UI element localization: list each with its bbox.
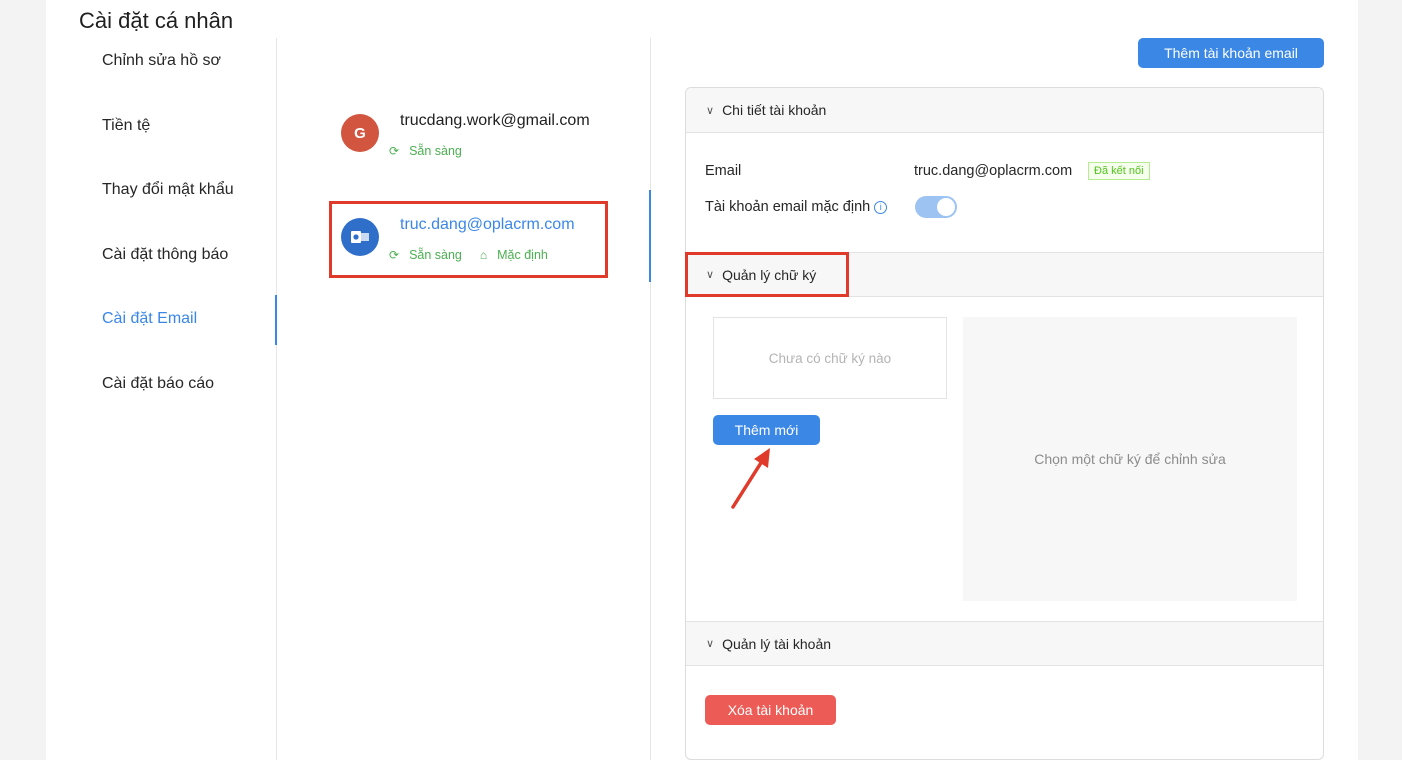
email-account-list: G trucdang.work@gmail.com ⟳ Sẵn sàng tru… xyxy=(277,38,651,760)
account-status: ⟳ Sẵn sàng xyxy=(389,144,462,158)
sidebar-item-notifications[interactable]: Cài đặt thông báo xyxy=(102,246,228,264)
status-text: Sẵn sàng xyxy=(409,144,462,158)
sidebar-item-change-password[interactable]: Thay đổi mật khẩu xyxy=(102,181,234,199)
add-signature-button[interactable]: Thêm mới xyxy=(713,415,820,445)
section-title: Quản lý tài khoản xyxy=(722,635,832,652)
signature-editor-placeholder: Chọn một chữ ký để chỉnh sửa xyxy=(963,317,1297,601)
email-label: Email xyxy=(705,163,742,179)
account-detail-panel: ∨ Chi tiết tài khoản Email truc.dang@opl… xyxy=(685,87,1324,760)
section-account-details-header[interactable]: ∨ Chi tiết tài khoản xyxy=(686,88,1323,133)
default-account-toggle[interactable] xyxy=(915,196,957,218)
toggle-knob xyxy=(937,198,955,216)
default-account-row: Tài khoản email mặc định i xyxy=(705,199,888,215)
annotation-arrow-icon xyxy=(731,448,770,509)
gmail-avatar: G xyxy=(341,114,379,152)
page-title: Cài đặt cá nhân xyxy=(79,8,234,33)
add-email-account-button[interactable]: Thêm tài khoản email xyxy=(1138,38,1324,68)
connected-badge: Đã kết nối xyxy=(1088,162,1150,180)
info-icon[interactable]: i xyxy=(874,201,888,214)
chevron-down-icon: ∨ xyxy=(706,104,715,117)
annotation-box-signature xyxy=(685,252,849,297)
sidebar-item-report-settings[interactable]: Cài đặt báo cáo xyxy=(102,375,214,393)
account-item-gmail[interactable]: G trucdang.work@gmail.com ⟳ Sẵn sàng xyxy=(329,100,607,174)
section-title: Chi tiết tài khoản xyxy=(722,102,827,118)
default-account-label: Tài khoản email mặc định xyxy=(705,199,871,215)
email-value: truc.dang@oplacrm.com xyxy=(914,163,1073,179)
sync-icon: ⟳ xyxy=(389,144,400,158)
selected-account-indicator xyxy=(649,190,651,282)
account-email: trucdang.work@gmail.com xyxy=(400,112,590,129)
sidebar-item-email-settings[interactable]: Cài đặt Email xyxy=(102,310,197,328)
section-account-management-header[interactable]: ∨ Quản lý tài khoản xyxy=(686,621,1323,666)
signature-list-empty: Chưa có chữ ký nào xyxy=(713,317,947,399)
chevron-down-icon: ∨ xyxy=(706,638,715,650)
annotation-box-account xyxy=(329,201,608,278)
delete-account-button[interactable]: Xóa tài khoản xyxy=(705,695,836,725)
sidebar-item-edit-profile[interactable]: Chỉnh sửa hồ sơ xyxy=(102,52,221,70)
sidebar-item-currency[interactable]: Tiền tệ xyxy=(102,117,150,135)
settings-sidebar: Chỉnh sửa hồ sơ Tiền tệ Thay đổi mật khẩ… xyxy=(46,38,277,760)
